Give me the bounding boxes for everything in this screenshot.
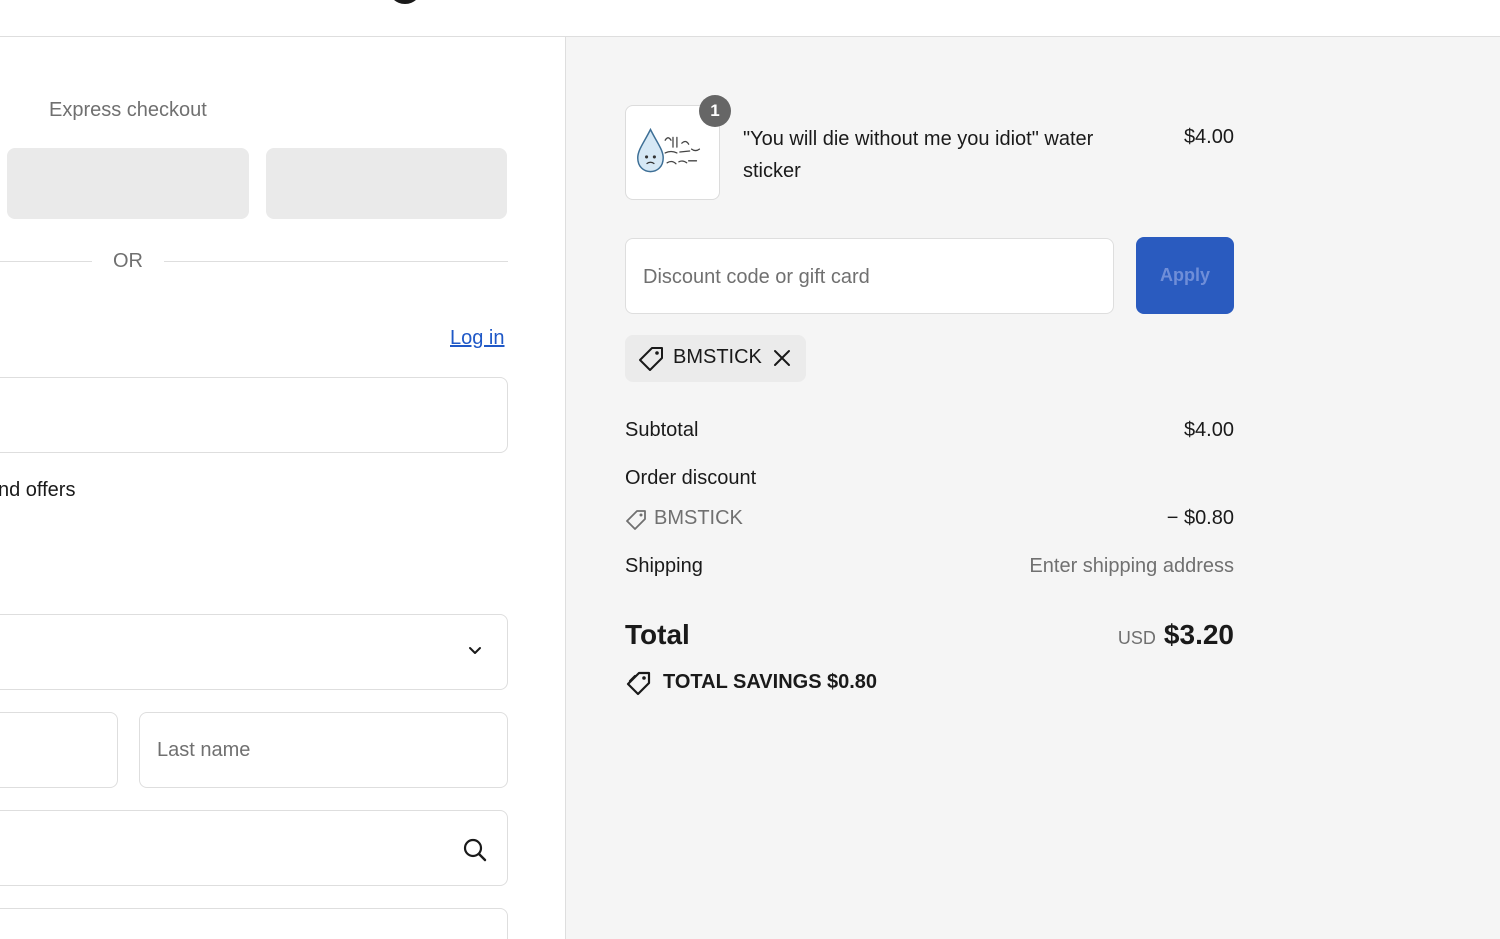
quantity-badge: 1 [699,95,731,127]
subtotal-value: $4.00 [1183,419,1234,441]
total-amount-group: USD $3.20 [934,619,1234,651]
country-select[interactable] [0,614,508,690]
search-icon [463,838,487,862]
checkout-form: Express checkout OR Log in nd offers Las… [0,37,565,939]
divider-line-right [164,261,508,262]
product-price: $4.00 [1183,126,1234,148]
total-savings-label: TOTAL SAVINGS [663,671,822,693]
address-line-2-field[interactable] [0,908,508,939]
discount-code-input[interactable]: Discount code or gift card [625,238,1114,314]
discount-placeholder: Discount code or gift card [643,266,870,288]
express-payment-button-2[interactable] [266,148,507,219]
divider-line-left [0,261,92,262]
email-field[interactable] [0,377,508,453]
savings-tag-icon [626,671,651,696]
total-label: Total [625,619,690,650]
order-discount-label: Order discount [625,467,757,489]
shipping-value: Enter shipping address [1029,555,1234,577]
store-logo [388,0,422,4]
close-icon[interactable] [772,348,792,368]
applied-discount-chip: BMSTICK [625,335,806,382]
currency-code: USD [1117,628,1156,648]
discount-code-line: BMSTICK [654,507,743,529]
applied-discount-code: BMSTICK [673,346,762,368]
chevron-down-icon [469,647,481,654]
total-amount: $3.20 [1163,619,1234,650]
apply-discount-button[interactable]: Apply [1136,237,1234,314]
marketing-offers-label: nd offers [0,479,76,501]
tag-icon [626,510,646,530]
shipping-label: Shipping [625,555,703,577]
total-savings-amount: $0.80 [827,671,878,693]
order-summary: 1 "You will die without me you idiot" wa… [565,37,1500,939]
tag-icon [639,347,663,371]
first-name-field[interactable] [0,712,118,788]
login-link[interactable]: Log in [450,327,505,350]
last-name-field[interactable]: Last name [139,712,508,788]
express-payment-button-1[interactable] [7,148,249,219]
last-name-placeholder: Last name [157,739,251,761]
product-name: "You will die without me you idiot" wate… [743,128,1094,182]
address-field[interactable] [0,810,508,886]
express-checkout-title: Express checkout [49,99,207,121]
subtotal-label: Subtotal [625,419,699,441]
top-header [0,0,1500,37]
or-divider: OR [113,250,143,272]
discount-value: − $0.80 [1166,507,1234,529]
